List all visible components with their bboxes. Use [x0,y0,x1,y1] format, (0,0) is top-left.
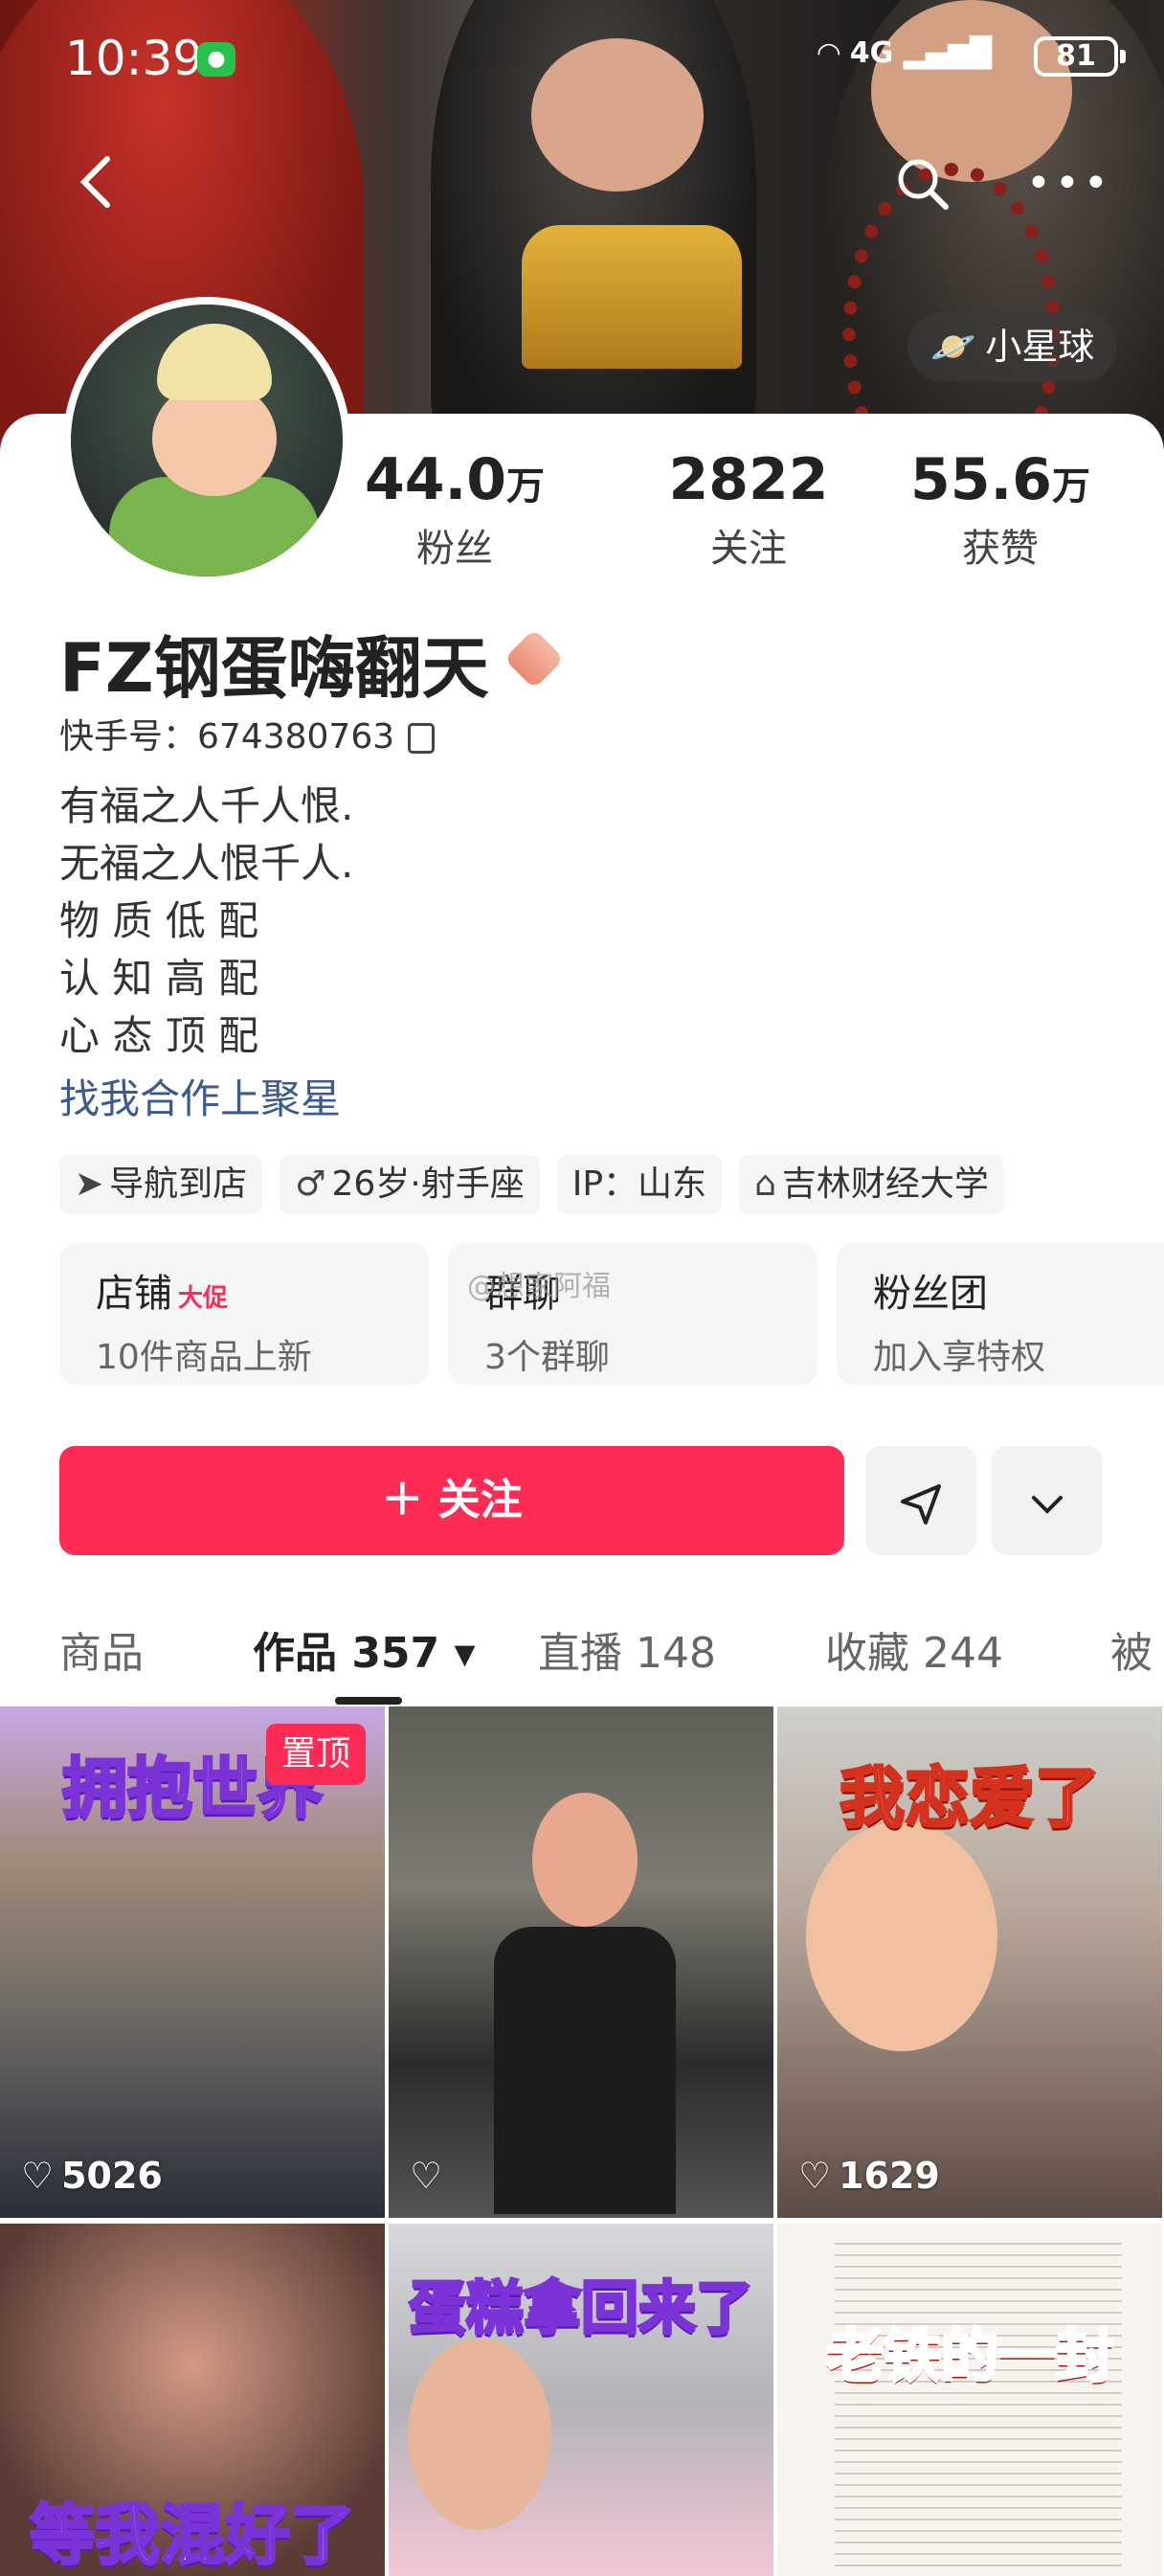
stat-value: 2822 [668,446,829,513]
copy-icon[interactable] [408,723,436,754]
tab-products[interactable]: 商品 [59,1618,144,1680]
male-icon: ♂ [295,1164,326,1204]
status-bar: 10:39 ● ◠ 4G ▂▄▆█ 81 [0,0,1164,115]
avatar[interactable] [63,297,350,584]
stat-unit: 万 [506,464,546,508]
tab-works[interactable]: 作品 357 ▾ [253,1618,476,1680]
video-title: 蛋糕拿回来了 [408,2274,755,2344]
video-tile[interactable]: 我恋爱了 ♡ 1629 [777,1706,1162,2218]
navigation-icon: ➤ [75,1164,104,1204]
profile-bio: 有福之人千人恨. 无福之人恨千人. 物 质 低 配 认 知 高 配 心 态 顶 … [59,782,354,1059]
shop-box[interactable]: 店铺 大促 10件商品上新 [59,1243,429,1385]
heart-icon: ♡ [410,2155,443,2197]
feature-boxes: 店铺 大促 10件商品上新 群聊 3个群聊 @想家阿福 粉丝团 加入享特权 [59,1243,1164,1385]
video-likes: ♡ 1629 [798,2155,940,2197]
kuaishou-id-text: 快手号：674380763 [59,717,395,757]
status-time: 10:39 [65,31,204,86]
tag-label: 26岁·射手座 [331,1164,525,1204]
tag-age: ♂ 26岁·射手座 [280,1155,540,1214]
stat-likes[interactable]: 55.6万 获赞 [857,444,1144,576]
plus-icon: ＋ [381,1476,424,1525]
group-chat-box[interactable]: 群聊 3个群聊 @想家阿福 [448,1243,817,1385]
box-subtitle: 3个群聊 [484,1338,610,1377]
profile-tags: ➤ 导航到店 ♂ 26岁·射手座 IP：山东 ⌂ 吉林财经大学 [59,1155,1004,1214]
battery-icon: 81 [1034,36,1126,77]
box-subtitle: 10件商品上新 [96,1338,312,1377]
tag-label: 导航到店 [109,1164,248,1204]
video-tile[interactable]: 老铁的一封 [777,2224,1162,2576]
box-title: 粉丝团 [873,1272,988,1316]
network-type: 4G [849,36,894,70]
planet-label: 小星球 [985,326,1095,368]
video-tile[interactable]: 等我混好了 [0,2224,385,2576]
share-button[interactable] [865,1446,976,1555]
video-tile[interactable]: 蛋糕拿回来了 [389,2224,773,2576]
tab-live[interactable]: 直播 148 [538,1618,716,1680]
wechat-icon: ● [197,42,235,77]
wifi-icon: ◠ [817,36,840,70]
tag-navigation[interactable]: ➤ 导航到店 [59,1155,263,1214]
dropdown-button[interactable] [992,1446,1103,1555]
heart-icon: ♡ [21,2155,55,2197]
watermark: @想家阿福 [467,1270,611,1303]
profile-name: FZ钢蛋嗨翻天 [59,629,489,708]
video-tile[interactable]: 拥抱世界 置顶 ♡ 5026 [0,1706,385,2218]
content-tabs: 商品 作品 357 ▾ 直播 148 收藏 244 被 [0,1609,1164,1705]
active-tab-indicator [335,1697,402,1705]
stat-following[interactable]: 2822 关注 [605,444,892,576]
signal-icon: ◠ 4G ▂▄▆█ [817,36,992,70]
cell-signal-icon: ▂▄▆█ [903,36,992,70]
tab-more[interactable]: 被 [1110,1618,1153,1680]
more-icon[interactable]: ••• [1026,155,1112,213]
pinned-badge: 置顶 [265,1724,366,1785]
follow-label: 关注 [437,1476,523,1525]
fan-club-box[interactable]: 粉丝团 加入享特权 [837,1243,1164,1385]
video-likes: ♡ 5026 [21,2155,163,2197]
video-title: 我恋爱了 [838,1760,1101,1839]
video-title: 老铁的一封 [825,2322,1115,2392]
tag-school[interactable]: ⌂ 吉林财经大学 [739,1155,1004,1214]
tag-ip: IP：山东 [556,1155,723,1214]
follow-button[interactable]: ＋ 关注 [59,1446,844,1555]
search-icon[interactable] [894,155,951,222]
stat-fans[interactable]: 44.0万 粉丝 [311,444,598,576]
stat-label: 关注 [710,527,787,571]
heart-icon: ♡ [798,2155,832,2197]
send-icon [901,1483,941,1525]
likes-count: 5026 [61,2155,163,2197]
tag-label: IP：山东 [571,1164,707,1204]
likes-count: 1629 [839,2155,940,2197]
chevron-left-icon[interactable] [77,153,115,220]
promo-badge: 大促 [178,1284,229,1313]
stat-label: 粉丝 [416,527,493,571]
video-title: 等我混好了 [28,2497,356,2576]
kuaishou-id: 快手号：674380763 [59,709,436,758]
tab-favorites[interactable]: 收藏 244 [825,1618,1003,1680]
video-tile[interactable]: ♡ [389,1706,773,2218]
stat-value: 55.6 [909,446,1053,513]
cooperation-link[interactable]: 找我合作上聚星 [59,1067,341,1125]
planet-button[interactable]: 🪐 小星球 [907,312,1118,381]
box-title: 店铺 [96,1272,172,1316]
planet-icon: 🪐 [930,326,976,368]
video-likes: ♡ [410,2155,450,2197]
stat-label: 获赞 [962,527,1039,571]
school-icon: ⌂ [754,1164,776,1204]
chevron-down-icon [1032,1495,1063,1514]
stat-value: 44.0 [364,446,507,513]
stat-unit: 万 [1052,464,1091,508]
box-subtitle: 加入享特权 [873,1338,1046,1377]
tag-label: 吉林财经大学 [781,1164,989,1204]
